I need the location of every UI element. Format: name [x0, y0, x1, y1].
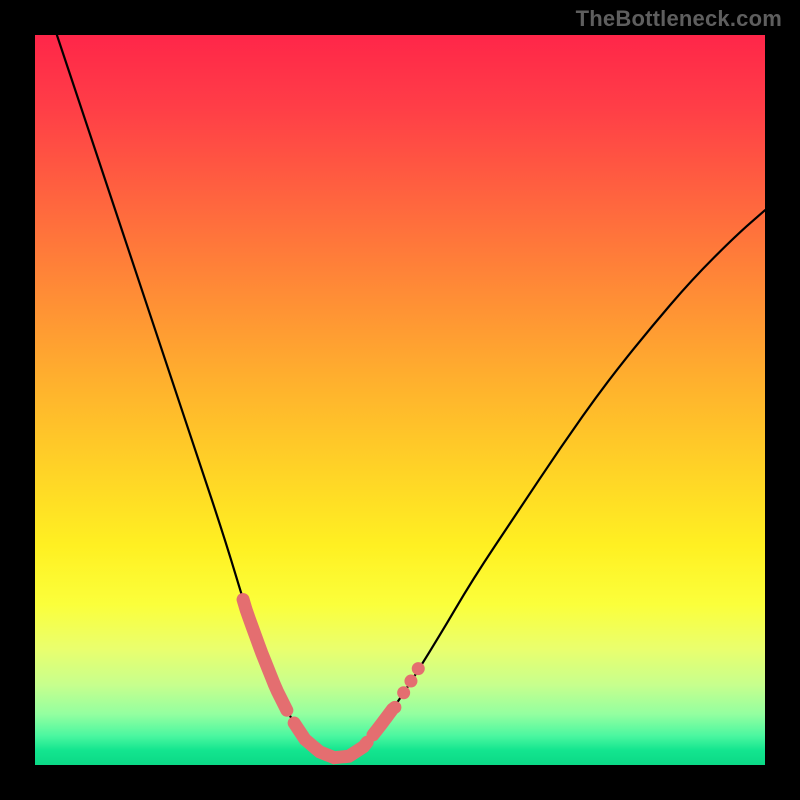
highlight-right-segment — [373, 709, 393, 735]
highlight-bottom-segment — [294, 723, 367, 758]
chart-curve-svg — [35, 35, 765, 765]
chart-plot-area — [35, 35, 765, 765]
watermark-text: TheBottleneck.com — [576, 6, 782, 32]
highlight-dot — [412, 662, 425, 675]
highlight-dot — [404, 675, 417, 688]
bottleneck-curve — [57, 35, 765, 757]
highlight-dot — [388, 701, 401, 714]
highlight-left-segment — [243, 600, 287, 711]
highlight-dot — [397, 686, 410, 699]
